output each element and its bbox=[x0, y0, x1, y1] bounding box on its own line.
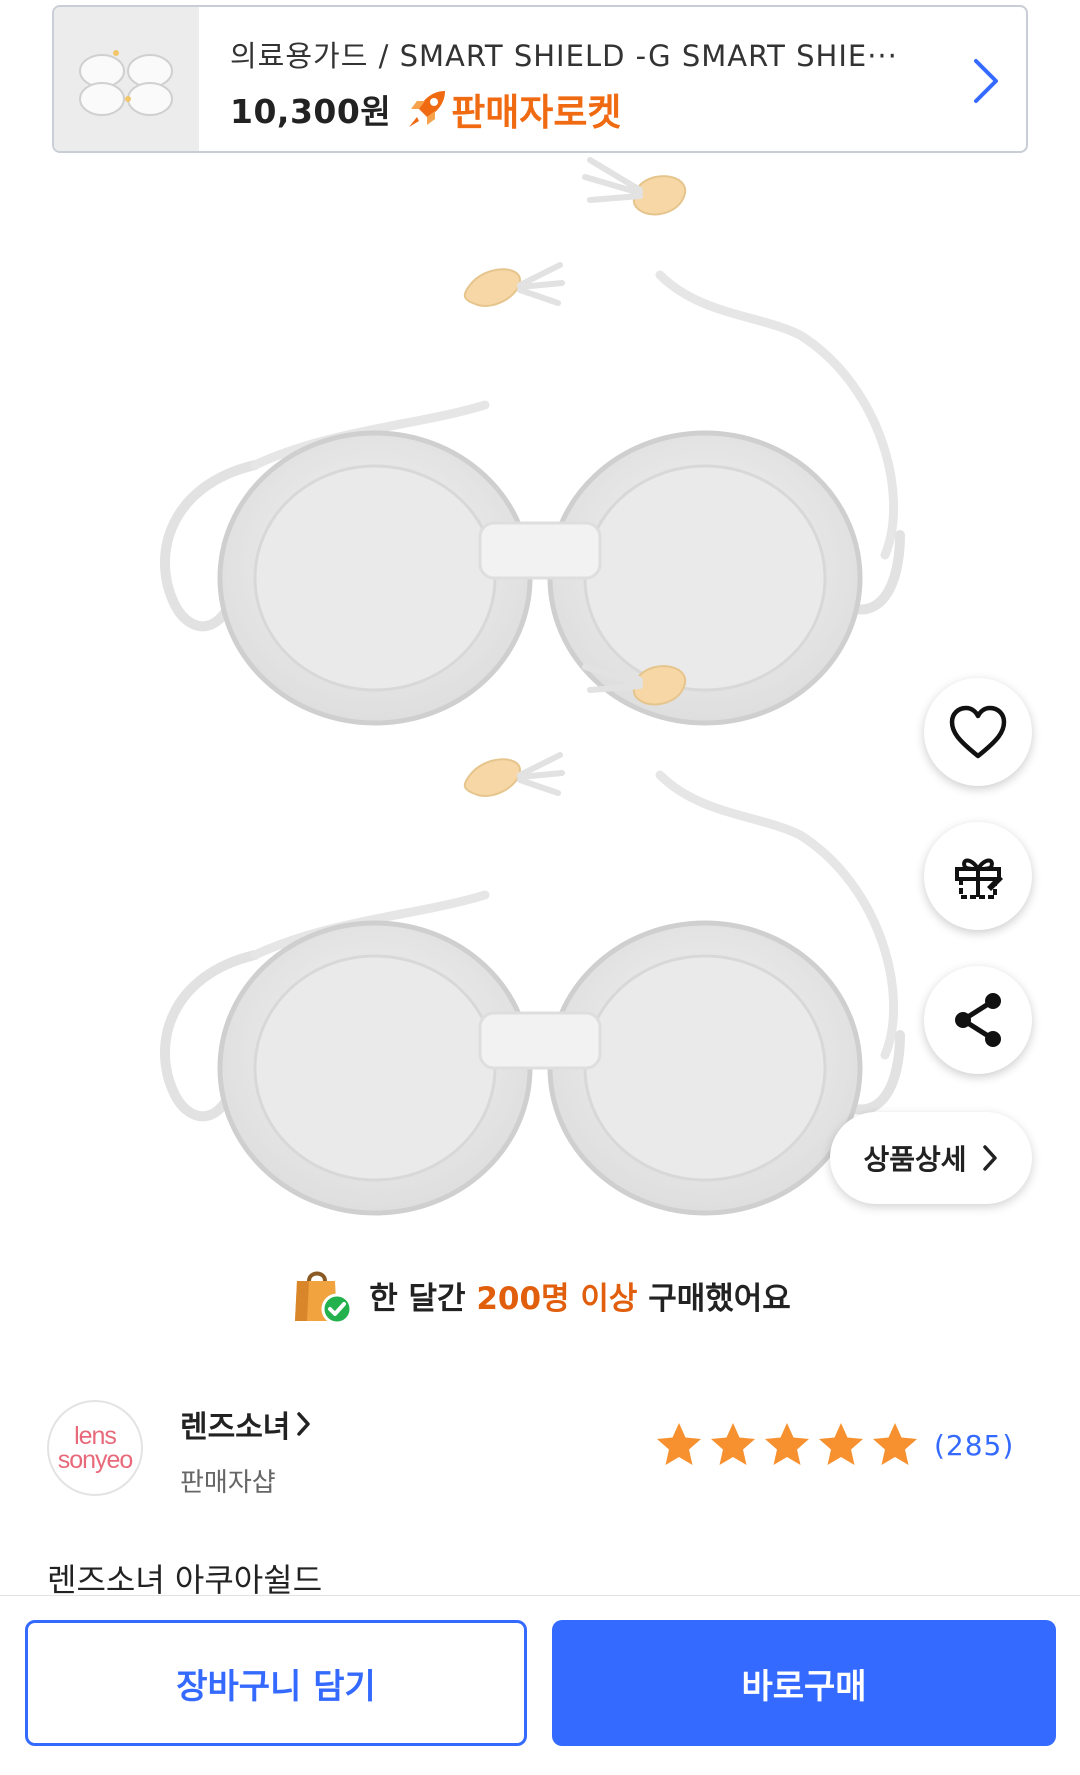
rocket-badge: 판매자로켓 bbox=[405, 82, 621, 136]
product-rating[interactable]: (285) bbox=[654, 1420, 1014, 1470]
seller-type: 판매자샵 bbox=[180, 1468, 276, 1498]
shopping-bag-check-icon bbox=[295, 1271, 353, 1325]
product-detail-button[interactable]: 상품상세 bbox=[830, 1112, 1032, 1204]
seller-name-link[interactable]: 렌즈소녀 bbox=[180, 1402, 312, 1446]
seller-logo-line1: lens bbox=[74, 1422, 117, 1450]
product-detail-label: 상품상세 bbox=[863, 1143, 967, 1176]
rating-stars bbox=[654, 1420, 924, 1470]
favorite-button[interactable] bbox=[924, 678, 1032, 786]
notice-highlight: 200명 이상 bbox=[476, 1280, 638, 1317]
banner-price: 10,300원 bbox=[230, 92, 392, 131]
star-icon bbox=[657, 1423, 701, 1465]
star-icon bbox=[711, 1423, 755, 1465]
share-button[interactable] bbox=[924, 966, 1032, 1074]
gift-icon bbox=[955, 858, 1003, 899]
chevron-right-icon bbox=[297, 1412, 311, 1436]
rocket-icon bbox=[409, 91, 446, 127]
chevron-right-icon bbox=[982, 1145, 997, 1171]
star-icon bbox=[819, 1423, 863, 1465]
gift-button[interactable] bbox=[924, 822, 1032, 930]
review-count: (285) bbox=[934, 1428, 1015, 1462]
add-to-cart-button[interactable]: 장바구니 담기 bbox=[25, 1620, 527, 1746]
banner-title: 의료용가드 / SMART SHIELD -G SMART SHIE··· bbox=[230, 39, 898, 73]
goggles-top bbox=[159, 157, 905, 726]
seller-logo[interactable]: lens sonyeo bbox=[47, 1400, 143, 1496]
product-main-image[interactable] bbox=[0, 155, 1080, 1235]
buy-now-button[interactable]: 바로구매 bbox=[552, 1620, 1056, 1746]
star-icon bbox=[765, 1423, 809, 1465]
notice-suffix: 구매했어요 bbox=[648, 1280, 791, 1317]
product-banner[interactable]: 의료용가드 / SMART SHIELD -G SMART SHIE··· 10… bbox=[52, 5, 1028, 153]
bottom-action-bar: 장바구니 담기 바로구매 bbox=[0, 1595, 1080, 1775]
notice-prefix: 한 달간 bbox=[369, 1280, 466, 1317]
banner-thumbnail-image bbox=[54, 7, 199, 151]
goggles-bottom bbox=[159, 647, 905, 1216]
purchase-notice: 한 달간 200명 이상 구매했어요 bbox=[0, 1255, 1080, 1335]
heart-icon bbox=[949, 705, 1007, 759]
rocket-label: 판매자로켓 bbox=[451, 91, 622, 134]
chevron-right-icon[interactable] bbox=[966, 53, 1006, 109]
notice-text: 한 달간 200명 이상 구매했어요 bbox=[369, 1273, 791, 1318]
star-icon bbox=[873, 1423, 917, 1465]
seller-name: 렌즈소녀 bbox=[180, 1410, 291, 1445]
share-icon bbox=[955, 993, 1001, 1047]
seller-logo-line2: sonyeo bbox=[57, 1446, 134, 1474]
banner-price-row: 10,300원 판매자로켓 bbox=[230, 82, 621, 136]
